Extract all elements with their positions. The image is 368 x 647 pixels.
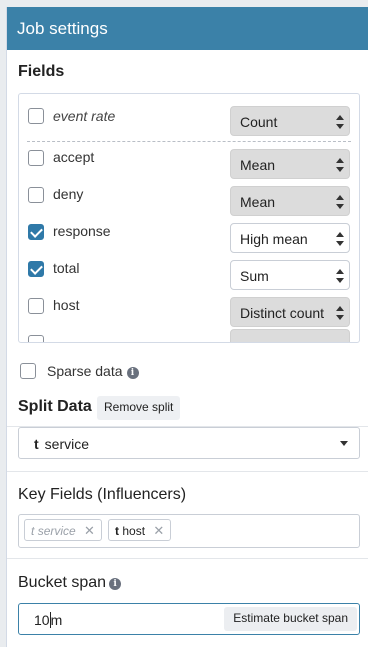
pill-label: host <box>122 524 146 538</box>
pill-label: service <box>37 524 76 538</box>
function-value: Mean <box>240 194 276 210</box>
split-data-section: Split Data Remove split t service <box>7 384 368 472</box>
type-badge: t <box>34 436 39 452</box>
fields-title: Fields <box>18 63 65 80</box>
key-fields-section: Key Fields (Influencers) t service ✕ t h… <box>7 472 368 559</box>
split-field-select[interactable]: t service <box>18 427 360 459</box>
panel-title: Job settings <box>7 7 368 50</box>
function-select-total[interactable]: Sum <box>230 260 350 290</box>
updown-arrows-icon <box>336 232 344 246</box>
key-fields-title: Key Fields (Influencers) <box>18 486 187 503</box>
field-checkbox-response[interactable] <box>28 224 44 240</box>
bucket-span-section: Bucket span i 10m Estimate bucket span <box>7 559 368 647</box>
split-field-value: service <box>44 436 90 452</box>
field-row-event-rate: event rate Count <box>19 106 359 136</box>
field-label: host <box>53 297 80 313</box>
bucket-span-value-a: 10 <box>34 612 50 628</box>
function-value: Mean <box>240 157 276 173</box>
function-select-event-rate[interactable]: Count <box>230 106 350 136</box>
field-row-partial <box>19 329 359 342</box>
field-row-host: host Distinct count <box>19 297 359 327</box>
bucket-span-title: Bucket span i <box>18 574 122 592</box>
field-checkbox-total[interactable] <box>28 261 44 277</box>
updown-arrows-icon <box>336 158 344 172</box>
function-value: Count <box>240 114 278 130</box>
function-value: High mean <box>240 231 308 247</box>
field-label: event rate <box>53 108 116 124</box>
function-value: Sum <box>240 268 269 284</box>
function-select-deny[interactable]: Mean <box>230 186 350 216</box>
updown-arrows-icon <box>336 306 344 320</box>
function-select-partial[interactable] <box>230 329 350 342</box>
divider <box>27 141 351 142</box>
fields-section: Fields event rate Count accept Mean deny… <box>7 50 368 427</box>
field-checkbox-deny[interactable] <box>28 187 44 203</box>
function-select-response[interactable]: High mean <box>230 223 350 253</box>
remove-split-button[interactable]: Remove split <box>97 396 181 420</box>
updown-arrows-icon <box>336 115 344 129</box>
field-row-accept: accept Mean <box>19 149 359 179</box>
sparse-data-label: Sparse data <box>47 363 123 379</box>
bucket-span-value-b: m <box>50 612 63 628</box>
bucket-span-input[interactable]: 10m Estimate bucket span <box>18 603 360 635</box>
info-icon[interactable]: i <box>126 367 139 379</box>
influencer-pill-host: t host ✕ <box>108 519 172 541</box>
field-label: deny <box>53 186 84 202</box>
field-row-deny: deny Mean <box>19 186 359 216</box>
type-badge: t <box>31 524 35 538</box>
function-select-host[interactable]: Distinct count <box>230 297 350 327</box>
job-settings-panel: Job settings Fields event rate Count acc… <box>6 7 368 647</box>
updown-arrows-icon <box>336 269 344 283</box>
field-checkbox-accept[interactable] <box>28 150 44 166</box>
influencer-pill-service: t service ✕ <box>24 519 102 541</box>
influencers-input[interactable]: t service ✕ t host ✕ <box>18 514 360 548</box>
sparse-data-checkbox[interactable] <box>20 363 36 379</box>
info-icon[interactable]: i <box>109 578 122 590</box>
function-select-accept[interactable]: Mean <box>230 149 350 179</box>
chevron-down-icon <box>340 441 348 446</box>
close-icon[interactable]: ✕ <box>153 523 164 538</box>
function-value: Distinct count <box>240 305 325 321</box>
field-row-total: total Sum <box>19 260 359 290</box>
split-data-title: Split Data <box>18 398 92 415</box>
field-label: total <box>53 260 80 276</box>
fields-list[interactable]: event rate Count accept Mean deny Mean r… <box>18 93 360 343</box>
bucket-span-label: Bucket span <box>18 574 107 591</box>
field-checkbox-host[interactable] <box>28 298 44 314</box>
updown-arrows-icon <box>336 195 344 209</box>
field-checkbox-event-rate[interactable] <box>28 108 44 124</box>
field-row-response: response High mean <box>19 223 359 253</box>
close-icon[interactable]: ✕ <box>84 523 95 538</box>
estimate-bucket-span-button[interactable]: Estimate bucket span <box>224 607 357 631</box>
field-label: accept <box>53 149 95 165</box>
type-badge: t <box>115 524 119 538</box>
sparse-data-label-wrap: Sparse data i <box>47 363 139 379</box>
field-checkbox-partial[interactable] <box>28 335 44 342</box>
field-label: response <box>53 223 111 239</box>
